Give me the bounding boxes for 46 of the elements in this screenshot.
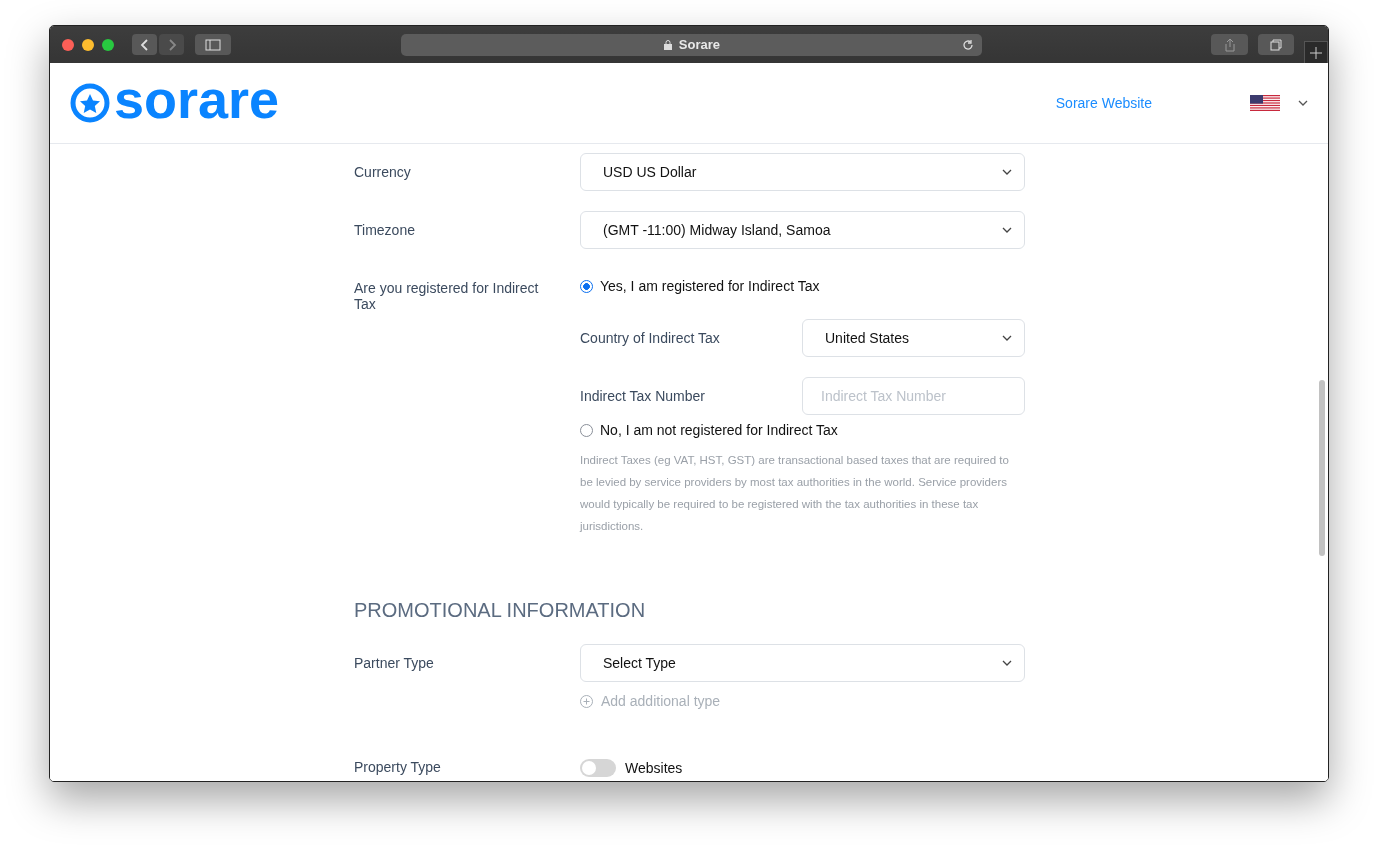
chevron-down-icon <box>1002 335 1012 341</box>
tabs-icon <box>1270 38 1283 51</box>
address-bar[interactable]: Sorare <box>401 33 983 56</box>
forward-button[interactable] <box>159 34 184 55</box>
close-icon[interactable] <box>62 38 74 51</box>
section-heading: PROMOTIONAL INFORMATION <box>354 599 647 622</box>
ball-logo-icon <box>70 83 110 123</box>
radio-label[interactable]: No, I am not registered for Indirect Tax <box>600 422 838 438</box>
field-label: Timezone <box>354 221 416 240</box>
toggle-label: Websites <box>625 760 683 776</box>
field-label: Are you registered for Indirect Tax <box>354 279 540 314</box>
reload-icon[interactable] <box>962 38 975 51</box>
share-icon <box>1223 37 1236 52</box>
field-label: Currency <box>354 163 412 182</box>
new-tab-button[interactable] <box>1304 41 1328 63</box>
chevron-down-icon <box>1002 227 1012 233</box>
field-label: Country of Indirect Tax <box>580 330 720 346</box>
sidebar-button[interactable] <box>195 34 232 55</box>
flag-icon[interactable] <box>1250 95 1280 111</box>
toggle-switch[interactable] <box>580 759 616 777</box>
plus-circle-icon <box>580 694 593 708</box>
dropdown[interactable]: (GMT -11:00) Midway Island, Samoa <box>580 211 1025 249</box>
input-field[interactable]: Indirect Tax Number <box>802 377 1025 415</box>
radio-label[interactable]: Yes, I am registered for Indirect Tax <box>600 278 820 294</box>
plus-icon <box>1310 46 1323 59</box>
chevron-right-icon <box>166 38 177 51</box>
radio-button[interactable] <box>580 279 593 293</box>
minimize-icon[interactable] <box>82 38 94 51</box>
chevron-down-icon[interactable] <box>1298 100 1308 106</box>
dropdown[interactable]: USD US Dollar <box>580 153 1025 191</box>
field-label: Property Type <box>354 759 442 777</box>
field-label: Indirect Tax Number <box>580 388 705 404</box>
back-button[interactable] <box>132 34 157 55</box>
chevron-down-icon <box>1002 169 1012 175</box>
scrollbar-thumb[interactable] <box>1319 380 1325 556</box>
lock-icon <box>663 39 672 50</box>
zoom-icon[interactable] <box>102 38 114 51</box>
sidebar-icon <box>205 38 222 51</box>
dropdown[interactable]: Select Type <box>580 644 1025 682</box>
chevron-down-icon <box>1002 660 1012 666</box>
field-label: Partner Type <box>354 654 435 673</box>
tabs-button[interactable] <box>1257 34 1295 55</box>
dropdown[interactable]: United States <box>802 319 1025 357</box>
chevron-left-icon <box>139 38 150 51</box>
help-text: Indirect Taxes (eg VAT, HST, GST) are transactional based taxes that are required to be levied by service providers by most tax authorities in the world. Service providers would typically be required to be registered with the tax authorities in these tax jurisdictions. <box>580 453 1010 534</box>
logo-wordmark[interactable]: sorare <box>114 72 280 126</box>
